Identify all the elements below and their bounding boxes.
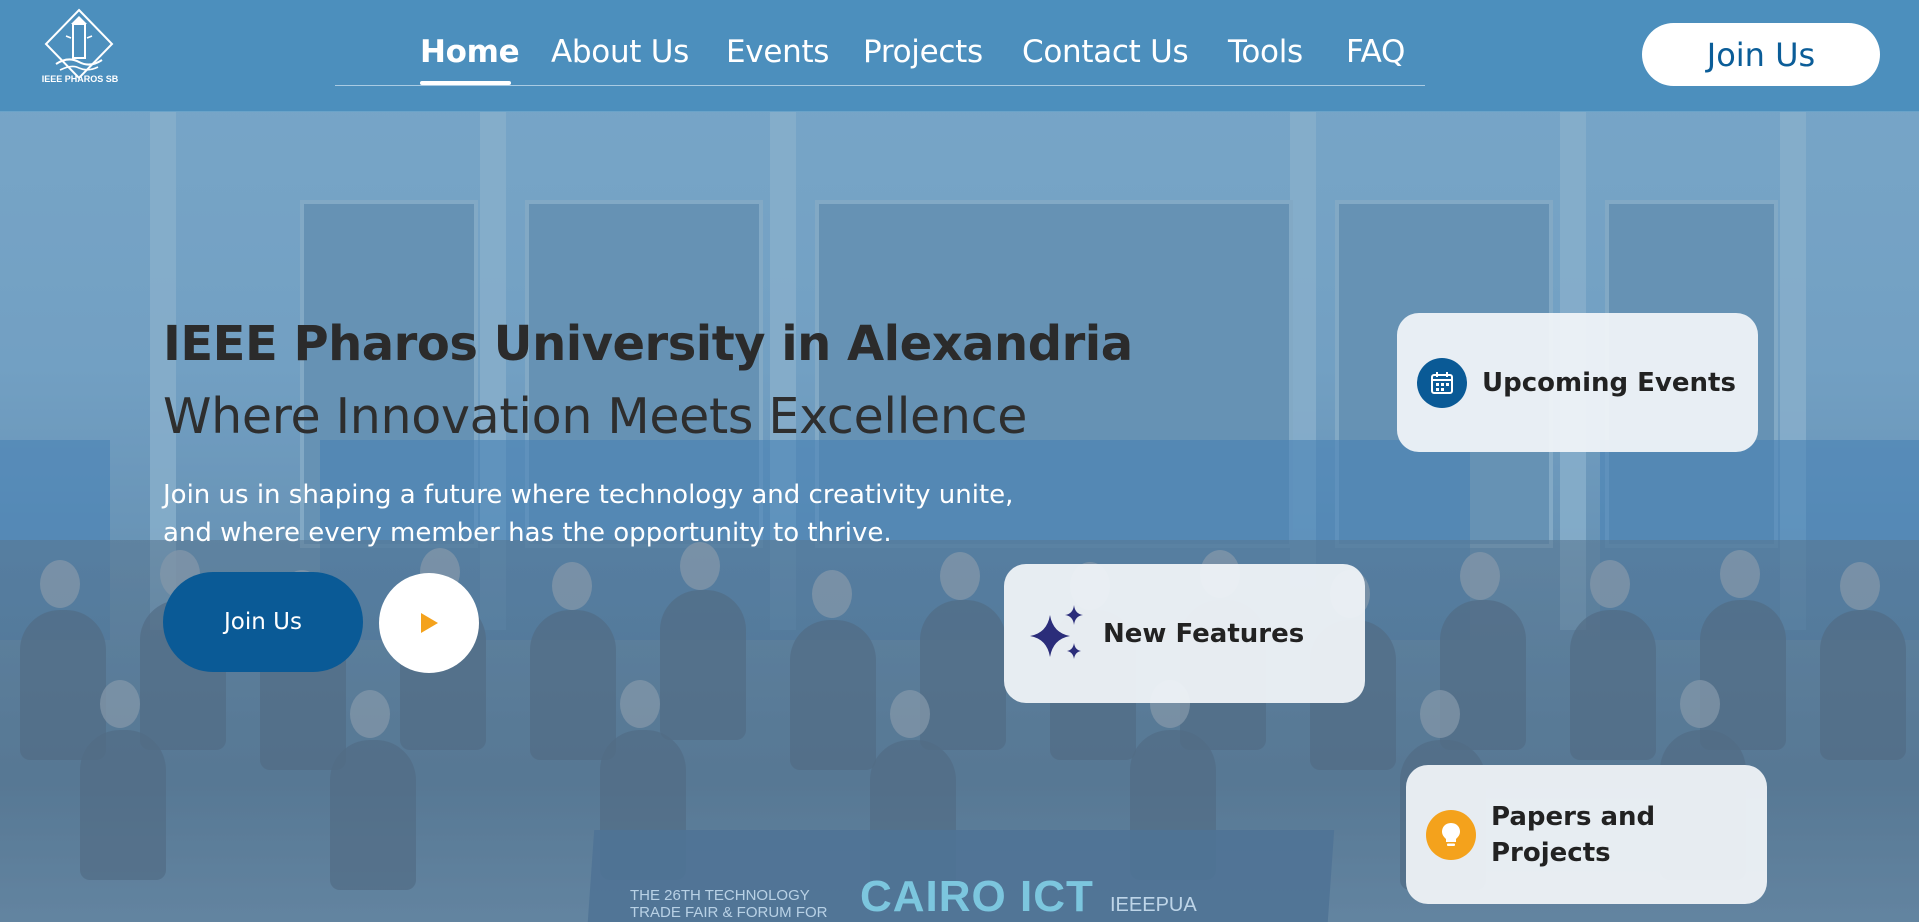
- nav-tools[interactable]: Tools: [1228, 34, 1303, 70]
- nav-home[interactable]: Home: [420, 34, 520, 70]
- lightbulb-icon: [1426, 809, 1476, 860]
- nav-projects[interactable]: Projects: [863, 34, 983, 70]
- hero-description: Join us in shaping a future where techno…: [163, 476, 1093, 552]
- papers-projects-label-line: Papers and: [1491, 801, 1656, 832]
- papers-projects-label-line: Projects: [1491, 837, 1611, 868]
- upcoming-events-label: Upcoming Events: [1482, 367, 1736, 398]
- hero-subtitle: Where Innovation Meets Excellence: [163, 388, 1028, 445]
- upcoming-events-card[interactable]: Upcoming Events: [1397, 313, 1758, 452]
- nav-about-us[interactable]: About Us: [551, 34, 689, 70]
- hero-title: IEEE Pharos University in Alexandria: [163, 316, 1133, 372]
- nav-active-indicator: [420, 81, 511, 85]
- hero-description-line: Join us in shaping a future where techno…: [163, 480, 1014, 510]
- nav-faq[interactable]: FAQ: [1346, 34, 1405, 70]
- site-header: IEEE PHAROS SB Home About Us Events Proj…: [0, 0, 1919, 112]
- logo-text: IEEE PHAROS SB: [41, 74, 119, 84]
- papers-projects-label: Papers and Projects: [1491, 799, 1655, 871]
- calendar-icon: [1417, 357, 1467, 408]
- header-join-button[interactable]: Join Us: [1642, 23, 1880, 86]
- hero-join-button[interactable]: Join Us: [163, 572, 363, 672]
- new-features-card[interactable]: New Features: [1004, 564, 1365, 703]
- nav-contact-us[interactable]: Contact Us: [1022, 34, 1189, 70]
- play-icon: [421, 613, 438, 633]
- main-nav: Home About Us Events Projects Contact Us…: [335, 0, 1425, 86]
- nav-events[interactable]: Events: [726, 34, 829, 70]
- sparkles-icon: [1026, 603, 1088, 665]
- hero-description-line: and where every member has the opportuni…: [163, 518, 892, 548]
- new-features-label: New Features: [1103, 618, 1305, 649]
- papers-projects-card[interactable]: Papers and Projects: [1406, 765, 1767, 904]
- play-video-button[interactable]: [379, 573, 479, 673]
